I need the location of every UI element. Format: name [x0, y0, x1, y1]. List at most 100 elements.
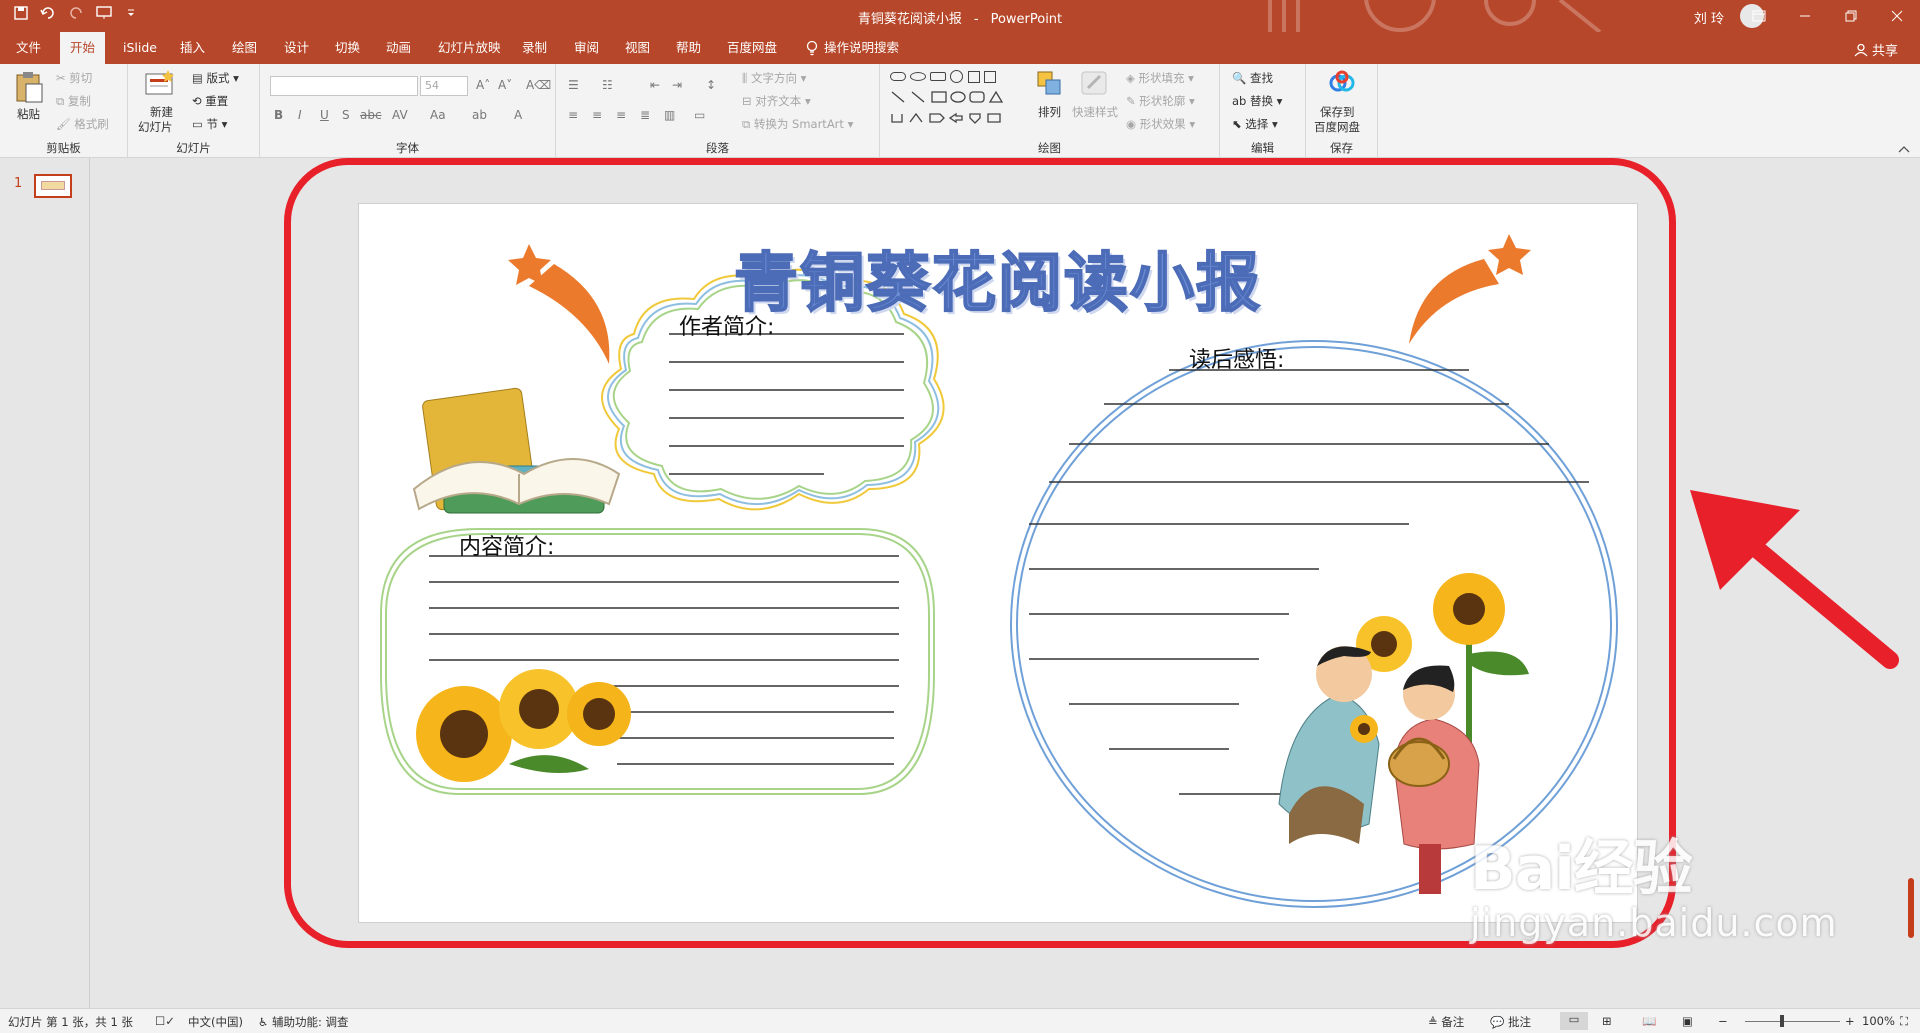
share-button[interactable]: 共享 [1854, 40, 1898, 59]
tab-record[interactable]: 录制 [512, 32, 557, 64]
fit-to-window-icon[interactable]: ⛶ [1900, 1014, 1908, 1029]
window-controls [1736, 0, 1920, 32]
clear-formatting-icon[interactable]: A⌫ [526, 78, 551, 92]
reflection-label[interactable]: 读后感悟: [1189, 342, 1284, 374]
sunflowers-icon [416, 669, 631, 782]
shape-fill-button[interactable]: ◈ 形状填充 ▾ [1126, 70, 1194, 86]
author-label[interactable]: 作者简介: [679, 309, 774, 341]
zoom-level[interactable]: 100% [1862, 1014, 1895, 1028]
language-indicator[interactable]: 中文(中国) [188, 1014, 243, 1030]
tab-design[interactable]: 设计 [274, 32, 319, 64]
tab-view[interactable]: 视图 [615, 32, 660, 64]
status-bar: 幻灯片 第 1 张，共 1 张 ☐✓ 中文(中国) ♿ 辅助功能: 调查 ≜ 备… [0, 1008, 1920, 1033]
shapes-gallery[interactable] [888, 70, 1018, 132]
columns-icon[interactable]: ▥ [664, 108, 675, 122]
tab-home[interactable]: 开始 [60, 32, 106, 64]
layout-button[interactable]: ▤ 版式 ▾ [192, 70, 239, 86]
zoom-out-icon[interactable]: − [1718, 1014, 1728, 1028]
increase-font-icon[interactable]: A˄ [476, 78, 490, 92]
format-painter-button[interactable]: 🖌 格式刷 [56, 116, 109, 132]
line-spacing-icon[interactable]: ↕ [706, 78, 716, 92]
bold-icon[interactable]: B [274, 108, 283, 122]
title-bar: 青铜葵花阅读小报 - PowerPoint 刘 玲 [0, 0, 1920, 32]
tab-slideshow[interactable]: 幻灯片放映 [428, 32, 511, 64]
find-button[interactable]: 🔍 查找 [1232, 70, 1273, 86]
tab-insert[interactable]: 插入 [170, 32, 215, 64]
paste-button[interactable] [14, 70, 44, 104]
slide-title[interactable]: 青铜葵花阅读小报 [359, 232, 1637, 324]
text-direction-button[interactable]: ⫼ 文字方向 ▾ [742, 70, 806, 86]
normal-view-icon[interactable]: ▭ [1560, 1012, 1588, 1030]
align-center-icon[interactable]: ≡ [592, 108, 602, 122]
align-text-button[interactable]: ⊟ 对齐文本 ▾ [742, 93, 811, 109]
increase-indent-icon[interactable]: ⇥ [672, 78, 682, 92]
highlight-icon[interactable]: ab [472, 108, 487, 122]
tab-review[interactable]: 审阅 [564, 32, 609, 64]
text-box-icon[interactable]: ▭ [694, 108, 705, 122]
shadow-icon[interactable]: S [342, 108, 350, 122]
zoom-in-icon[interactable]: + [1845, 1014, 1855, 1028]
section-button[interactable]: ▭ 节 ▾ [192, 116, 227, 132]
decrease-indent-icon[interactable]: ⇤ [650, 78, 660, 92]
accessibility-status[interactable]: ♿ 辅助功能: 调查 [258, 1014, 349, 1030]
slideshow-view-icon[interactable]: ▣ [1682, 1014, 1693, 1028]
slide-canvas[interactable]: 青铜葵花阅读小报 作者简介: 内容简介: 读后感悟: [358, 203, 1638, 923]
minimize-icon[interactable] [1782, 0, 1828, 32]
tab-help[interactable]: 帮助 [666, 32, 711, 64]
cut-button[interactable]: ✂ 剪切 [56, 70, 92, 86]
quick-styles-button[interactable] [1080, 70, 1110, 98]
bullets-icon[interactable]: ☰ [568, 78, 579, 92]
numbering-icon[interactable]: ☷ [602, 78, 613, 92]
strikethrough-icon[interactable]: abc [360, 108, 382, 122]
convert-smartart-button[interactable]: ⧉ 转换为 SmartArt ▾ [742, 116, 853, 132]
ribbon-display-options-icon[interactable] [1736, 0, 1782, 32]
user-name[interactable]: 刘 玲 [1694, 8, 1724, 27]
zoom-slider-handle[interactable] [1780, 1015, 1784, 1027]
tab-file[interactable]: 文件 [6, 32, 51, 64]
tab-baidu-netdisk[interactable]: 百度网盘 [717, 32, 787, 64]
restore-icon[interactable] [1828, 0, 1874, 32]
copy-button[interactable]: ⧉ 复制 [56, 93, 91, 109]
slide-sorter-icon[interactable]: ⊞ [1602, 1014, 1612, 1028]
save-group-label: 保存 [1330, 141, 1353, 155]
watermark-line-1: Bai经验 [1470, 834, 1693, 904]
justify-icon[interactable]: ≣ [640, 108, 650, 122]
font-size-combo[interactable]: 54 [420, 76, 468, 96]
font-name-combo[interactable] [270, 76, 418, 96]
tab-draw[interactable]: 绘图 [222, 32, 267, 64]
content-label[interactable]: 内容简介: [459, 529, 554, 561]
tell-me-search[interactable]: 操作说明搜索 [796, 32, 909, 64]
replace-button[interactable]: ab 替换 ▾ [1232, 93, 1282, 109]
save-label-2: 百度网盘 [1314, 120, 1360, 134]
character-spacing-icon[interactable]: AV [392, 108, 408, 122]
arrange-button[interactable] [1036, 70, 1064, 98]
change-case-icon[interactable]: Aa [430, 108, 446, 122]
comments-button[interactable]: 💬 批注 [1490, 1014, 1531, 1030]
italic-icon[interactable]: I [298, 108, 302, 122]
tab-transitions[interactable]: 切换 [325, 32, 370, 64]
slide-thumbnail[interactable] [34, 174, 72, 198]
shape-effects-button[interactable]: ◉ 形状效果 ▾ [1126, 116, 1195, 132]
reading-view-icon[interactable]: 📖 [1642, 1014, 1656, 1028]
reset-button[interactable]: ⟲ 重置 [192, 93, 228, 109]
tab-animations[interactable]: 动画 [376, 32, 421, 64]
select-button[interactable]: ⬉ 选择 ▾ [1232, 116, 1278, 132]
close-icon[interactable] [1874, 0, 1920, 32]
font-color-icon[interactable]: A [514, 108, 522, 122]
decrease-font-icon[interactable]: A˅ [498, 78, 512, 92]
tab-islide[interactable]: iSlide [113, 32, 167, 64]
underline-icon[interactable]: U [320, 108, 329, 122]
vertical-scrollbar[interactable] [1908, 878, 1914, 938]
paste-label: 粘贴 [17, 107, 40, 121]
align-left-icon[interactable]: ≡ [568, 108, 578, 122]
zoom-slider[interactable] [1745, 1021, 1840, 1022]
collapse-ribbon-icon[interactable] [1898, 145, 1910, 153]
align-right-icon[interactable]: ≡ [616, 108, 626, 122]
save-to-netdisk-button[interactable] [1328, 70, 1356, 96]
font-group: 54 A˄ A˅ A⌫ B I U S abc AV Aa ab A 字体 [260, 64, 556, 158]
spelling-icon[interactable]: ☐✓ [155, 1014, 175, 1028]
shape-outline-button[interactable]: ✎ 形状轮廓 ▾ [1126, 93, 1195, 109]
quick-styles-label: 快速样式 [1072, 105, 1118, 119]
notes-button[interactable]: ≜ 备注 [1428, 1014, 1464, 1030]
new-slide-button[interactable] [144, 70, 176, 98]
